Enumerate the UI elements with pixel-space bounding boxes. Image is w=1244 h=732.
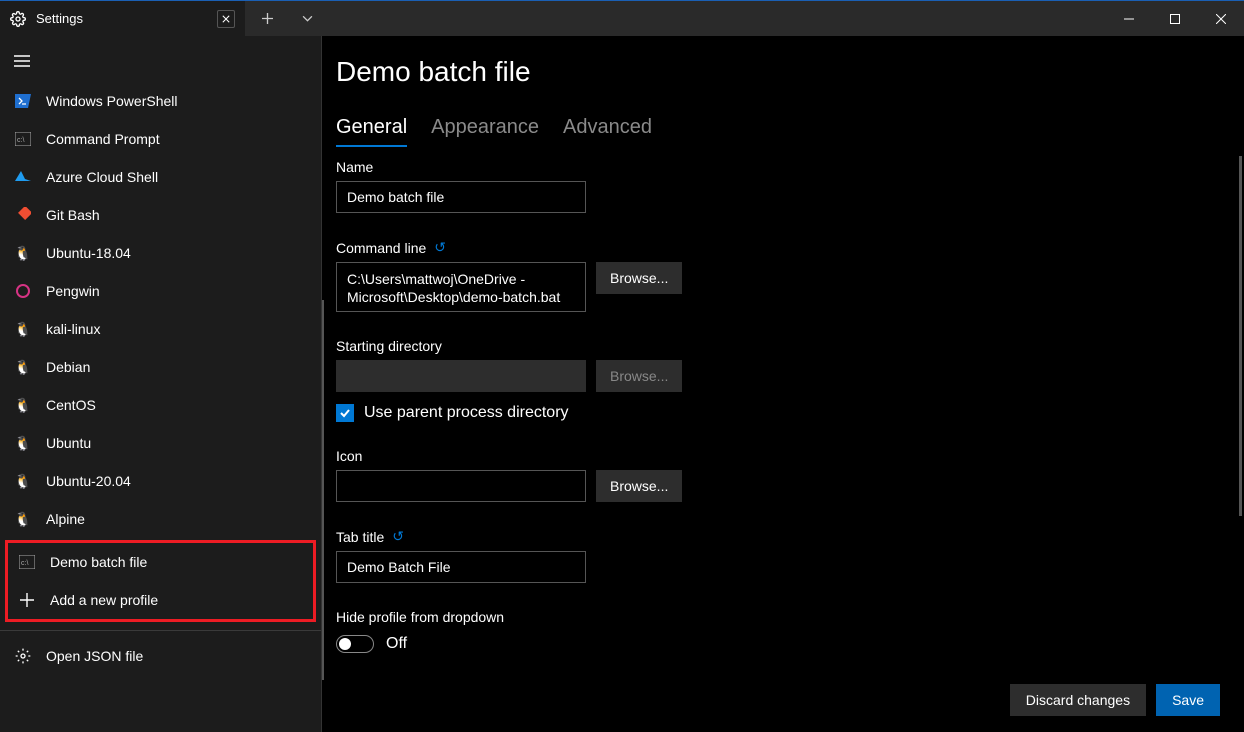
tux-icon: 🐧 (14, 396, 32, 414)
tux-icon: 🐧 (14, 472, 32, 490)
tab-close-button[interactable] (217, 10, 235, 28)
sidebar-item-label: Pengwin (46, 283, 100, 299)
save-button[interactable]: Save (1156, 684, 1220, 716)
field-name: Name (336, 159, 1212, 213)
name-label: Name (336, 159, 1212, 175)
cmd-icon: c:\ (18, 553, 36, 571)
window-close-button[interactable] (1198, 1, 1244, 37)
sidebar-item-label: Demo batch file (50, 554, 147, 570)
sidebar-item-demo-batch[interactable]: c:\ Demo batch file (8, 543, 313, 581)
sidebar-items: Windows PowerShell c:\ Command Prompt Az… (0, 82, 321, 538)
use-parent-checkbox[interactable] (336, 404, 354, 422)
command-line-input[interactable] (336, 262, 586, 312)
bottom-bar: Discard changes Save (986, 668, 1244, 732)
reset-icon[interactable]: ↺ (434, 239, 446, 256)
command-line-label: Command line (336, 240, 426, 256)
use-parent-label: Use parent process directory (364, 404, 569, 422)
sidebar-item-ubuntu2004[interactable]: 🐧 Ubuntu-20.04 (0, 462, 321, 500)
sidebar-item-ubuntu1804[interactable]: 🐧 Ubuntu-18.04 (0, 234, 321, 272)
titlebar-tab[interactable]: Settings (0, 1, 245, 36)
tux-icon: 🐧 (14, 434, 32, 452)
hide-profile-state: Off (386, 635, 407, 653)
sidebar-item-label: Open JSON file (46, 648, 143, 664)
sidebar-item-label: Ubuntu-18.04 (46, 245, 131, 261)
window-minimize-button[interactable] (1106, 1, 1152, 37)
hide-profile-toggle[interactable] (336, 635, 374, 653)
cmd-icon: c:\ (14, 130, 32, 148)
sidebar-item-ubuntu[interactable]: 🐧 Ubuntu (0, 424, 321, 462)
page-title: Demo batch file (336, 56, 1212, 88)
reset-icon[interactable]: ↺ (392, 528, 404, 545)
sidebar: Windows PowerShell c:\ Command Prompt Az… (0, 36, 321, 732)
plus-icon (18, 591, 36, 609)
field-tab-title: Tab title ↺ (336, 528, 1212, 583)
pengwin-icon (14, 282, 32, 300)
azure-icon (14, 168, 32, 186)
icon-browse-button[interactable]: Browse... (596, 470, 682, 502)
starting-directory-label: Starting directory (336, 338, 1212, 354)
highlight-box: c:\ Demo batch file Add a new profile (5, 540, 316, 622)
sidebar-item-open-json[interactable]: Open JSON file (0, 637, 321, 675)
sidebar-item-label: Command Prompt (46, 131, 160, 147)
icon-label: Icon (336, 448, 1212, 464)
sidebar-item-label: Alpine (46, 511, 85, 527)
icon-input[interactable] (336, 470, 586, 502)
tab-general[interactable]: General (336, 116, 407, 147)
sidebar-item-label: Ubuntu (46, 435, 91, 451)
git-icon (14, 206, 32, 224)
tab-dropdown-button[interactable] (289, 1, 325, 37)
titlebar-tab-title: Settings (36, 11, 207, 26)
tux-icon: 🐧 (14, 244, 32, 262)
tux-icon: 🐧 (14, 510, 32, 528)
sidebar-item-pengwin[interactable]: Pengwin (0, 272, 321, 310)
sidebar-item-debian[interactable]: 🐧 Debian (0, 348, 321, 386)
starting-directory-input (336, 360, 586, 392)
tab-advanced[interactable]: Advanced (563, 116, 652, 147)
svg-text:c:\: c:\ (17, 137, 24, 144)
tab-title-input[interactable] (336, 551, 586, 583)
sidebar-item-powershell[interactable]: Windows PowerShell (0, 82, 321, 120)
sidebar-item-label: Git Bash (46, 207, 100, 223)
sidebar-scrollbar[interactable] (322, 300, 324, 680)
sidebar-item-label: CentOS (46, 397, 96, 413)
sidebar-item-cmd[interactable]: c:\ Command Prompt (0, 120, 321, 158)
window-maximize-button[interactable] (1152, 1, 1198, 37)
sidebar-item-label: Debian (46, 359, 90, 375)
tab-appearance[interactable]: Appearance (431, 116, 539, 147)
field-hide-profile: Hide profile from dropdown Off (336, 609, 1212, 653)
hamburger-button[interactable] (0, 44, 321, 82)
starting-directory-browse-button: Browse... (596, 360, 682, 392)
new-tab-button[interactable] (249, 1, 285, 37)
sidebar-item-add-profile[interactable]: Add a new profile (8, 581, 313, 619)
field-icon: Icon Browse... (336, 448, 1212, 502)
sidebar-item-label: Azure Cloud Shell (46, 169, 158, 185)
main-panel: Demo batch file General Appearance Advan… (321, 36, 1244, 732)
sidebar-item-alpine[interactable]: 🐧 Alpine (0, 500, 321, 538)
sidebar-item-label: Windows PowerShell (46, 93, 178, 109)
gear-icon (14, 647, 32, 665)
divider (0, 630, 321, 631)
tux-icon: 🐧 (14, 320, 32, 338)
hide-profile-label: Hide profile from dropdown (336, 609, 1212, 625)
tab-title-label: Tab title (336, 529, 384, 545)
sidebar-item-gitbash[interactable]: Git Bash (0, 196, 321, 234)
field-command-line: Command line ↺ Browse... (336, 239, 1212, 312)
svg-text:c:\: c:\ (21, 560, 28, 567)
sidebar-item-label: kali-linux (46, 321, 100, 337)
sidebar-item-kali[interactable]: 🐧 kali-linux (0, 310, 321, 348)
main-scrollbar[interactable] (1239, 156, 1242, 516)
command-line-browse-button[interactable]: Browse... (596, 262, 682, 294)
tux-icon: 🐧 (14, 358, 32, 376)
sidebar-item-azure[interactable]: Azure Cloud Shell (0, 158, 321, 196)
powershell-icon (14, 92, 32, 110)
titlebar: Settings (0, 0, 1244, 36)
sidebar-item-label: Add a new profile (50, 592, 158, 608)
gear-icon (10, 11, 26, 27)
sidebar-item-label: Ubuntu-20.04 (46, 473, 131, 489)
name-input[interactable] (336, 181, 586, 213)
tabs: General Appearance Advanced (336, 116, 1212, 147)
discard-button[interactable]: Discard changes (1010, 684, 1146, 716)
field-starting-directory: Starting directory Browse... Use parent … (336, 338, 1212, 422)
sidebar-item-centos[interactable]: 🐧 CentOS (0, 386, 321, 424)
